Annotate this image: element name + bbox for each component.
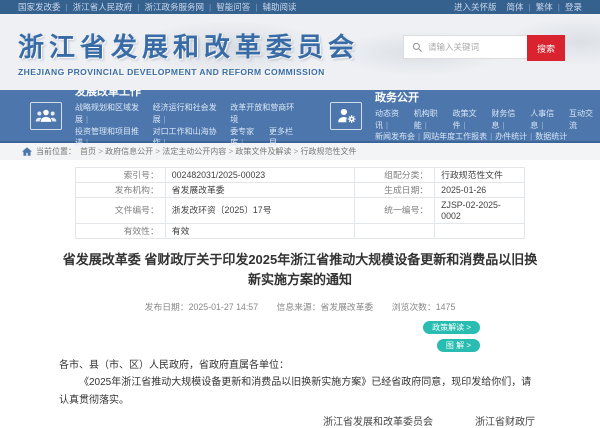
info-source: 信息来源：省发展改革委 [277,302,374,312]
link-national-ndrc[interactable]: 国家发改委 [18,1,73,13]
publish-date: 发布日期：2025-01-27 14:57 [145,302,258,312]
nav-link-reform-opening[interactable]: 改革开放和营商环境 [230,102,300,125]
nav-link-interaction[interactable]: 互动交流 [569,108,600,131]
nav-link-financial-info[interactable]: 财务信息 [491,108,530,131]
top-utility-bar: 国家发改委 浙江省人民政府 浙江政务服务网 智能问答 辅助阅读 进入关怀版 简体… [0,0,600,14]
signature-line: 浙江省发展和改革委员会 浙江省财政厅 [59,413,541,428]
graphic-interpretation-button[interactable]: 图 解 > [437,339,480,352]
meta-label-agency: 发布机构： [76,183,166,198]
table-row: 索引号： 002482031/2025-00023 组配分类： 行政规范性文件 [76,168,525,183]
crumb-normative-docs[interactable]: 行政规范性文件 [301,147,357,156]
crumb-statutory-disclosure[interactable]: 法定主动公开内容 [162,147,235,156]
meta-value-agency: 省发展改革委 [165,183,355,198]
article-paragraph: 各市、县（市、区）人民政府，省政府直属各单位： [59,357,541,374]
nav-section-development-reform[interactable]: 发展改革工作 战略规划和区域发展 经济运行和社会发展 改革开放和营商环境 投资管… [0,90,300,141]
search-button[interactable]: 搜索 [527,35,565,61]
meta-value-index: 002482031/2025-00023 [165,168,355,183]
person-gear-icon [330,102,362,130]
nav-link-economic-operation[interactable]: 经济运行和社会发展 [153,102,231,125]
meta-label-docnumber: 文件编号： [76,198,166,224]
search-icon [404,36,428,58]
link-zhejiang-service[interactable]: 浙江政务服务网 [144,1,216,13]
nav-section-gov-disclosure[interactable]: 政务公开 动态资讯 机构职能 政策文件 财务信息 人事信息 互动交流 新闻发布会… [300,90,600,141]
meta-value-date: 2025-01-26 [435,183,525,198]
home-icon [22,147,32,156]
nav-link-annual-report[interactable]: 网站年度工作报表 [423,131,495,143]
link-smart-qa[interactable]: 智能问答 [216,1,262,13]
document-meta-table: 索引号： 002482031/2025-00023 组配分类： 行政规范性文件 … [75,167,525,239]
link-login[interactable]: 登录 [565,1,582,13]
search-input[interactable] [428,36,528,58]
meta-value-category: 行政规范性文件 [435,168,525,183]
signature-ndrc: 浙江省发展和改革委员会 [323,413,433,428]
article-body: 各市、县（市、区）人民政府，省政府直属各单位： 《2025年浙江省推动大规模设备… [59,357,541,409]
signature-finance: 浙江省财政厅 [475,413,535,428]
people-group-icon [30,102,62,130]
link-simplified[interactable]: 简体 [507,1,536,13]
link-zhejiang-gov[interactable]: 浙江省人民政府 [73,1,145,13]
main-navigation: 发展改革工作 战略规划和区域发展 经济运行和社会发展 改革开放和营商环境 投资管… [0,90,600,143]
breadcrumb-prefix: 当前位置： [36,146,76,157]
table-row: 文件编号： 浙发改环资〔2025〕17号 统一编号： ZJSP-02-2025-… [76,198,525,224]
nav-link-news[interactable]: 动态资讯 [375,108,414,131]
crumb-policy-docs[interactable]: 政策文件及解读 [235,147,300,156]
link-traditional[interactable]: 繁体 [536,1,565,13]
topbar-left-links: 国家发改委 浙江省人民政府 浙江政务服务网 智能问答 辅助阅读 [18,1,296,13]
nav-link-case-statistics[interactable]: 办件统计 [495,131,535,143]
nav-link-personnel-info[interactable]: 人事信息 [530,108,569,131]
crumb-home[interactable]: 首页 [80,147,105,156]
meta-value-validity: 有效 [165,224,355,239]
meta-label-validity: 有效性： [76,224,166,239]
crumb-gov-info[interactable]: 政府信息公开 [105,147,162,156]
search-box: 搜索 [403,35,565,59]
nav-link-policy-documents[interactable]: 政策文件 [453,108,492,131]
nav-title-gov-disclosure: 政务公开 [375,89,600,105]
site-subtitle: ZHEJIANG PROVINCIAL DEVELOPMENT AND REFO… [18,67,600,77]
link-care-version[interactable]: 进入关怀版 [454,1,497,13]
meta-label-index: 索引号： [76,168,166,183]
meta-label-unified-number: 统一编号： [355,198,435,224]
nav-link-press-conference[interactable]: 新闻发布会 [375,131,423,143]
site-banner: 浙江省发展和改革委员会 ZHEJIANG PROVINCIAL DEVELOPM… [0,14,600,90]
nav-link-strategic-planning[interactable]: 战略规划和区域发展 [75,102,153,125]
article-info-line: 发布日期：2025-01-27 14:57 信息来源：省发展改革委 浏览次数：1… [0,300,600,313]
nav-link-org-functions[interactable]: 机构职能 [414,108,453,131]
link-assist-reading[interactable]: 辅助阅读 [262,1,296,13]
meta-label-date: 生成日期： [355,183,435,198]
view-count: 浏览次数：1475 [392,302,456,312]
table-row: 发布机构： 省发展改革委 生成日期： 2025-01-26 [76,183,525,198]
article-paragraph: 《2025年浙江省推动大规模设备更新和消费品以旧换新实施方案》已经省政府同意，现… [59,374,541,408]
meta-value-docnumber: 浙发改环资〔2025〕17号 [165,198,355,224]
meta-label-category: 组配分类： [355,168,435,183]
nav-link-data-statistics[interactable]: 数据统计 [535,131,567,143]
breadcrumb: 当前位置： 首页政府信息公开法定主动公开内容政策文件及解读行政规范性文件 [0,143,600,160]
table-row: 有效性： 有效 [76,224,525,239]
policy-interpretation-button[interactable]: 政策解读 > [423,321,480,334]
related-actions: 政策解读 > 图 解 > [0,321,600,352]
meta-value-unified-number: ZJSP-02-2025-0002 [435,198,525,224]
page-title: 省发展改革委 省财政厅关于印发2025年浙江省推动大规模设备更新和消费品以旧换新… [60,250,540,290]
